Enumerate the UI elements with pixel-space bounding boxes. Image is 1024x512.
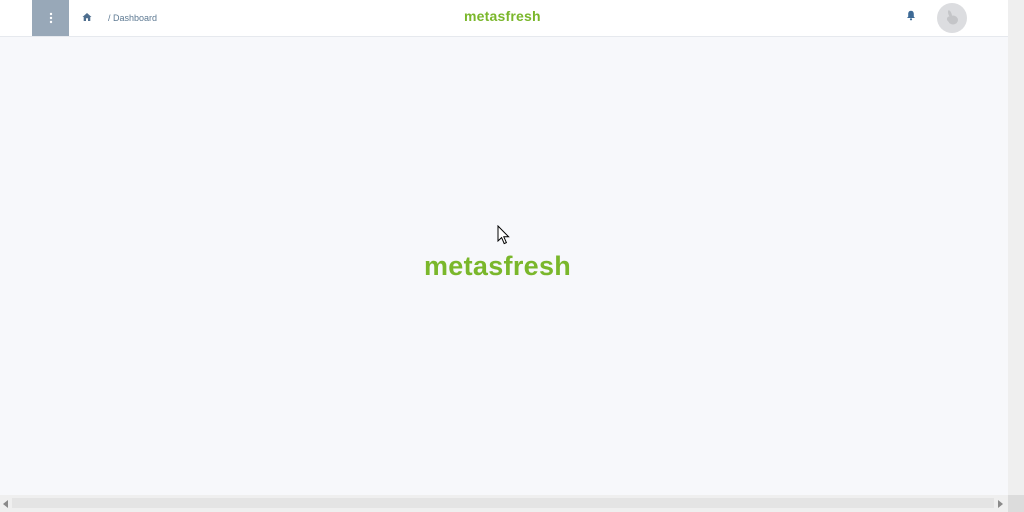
home-icon[interactable]	[82, 12, 92, 22]
scroll-right-arrow-icon[interactable]	[998, 500, 1003, 508]
top-header: / Dashboard metasfresh	[0, 0, 1008, 37]
horizontal-scroll-track[interactable]	[12, 498, 994, 508]
bell-icon[interactable]	[906, 10, 916, 21]
vertical-scrollbar[interactable]	[1008, 0, 1024, 495]
dashboard-content: metasfresh	[0, 37, 1008, 495]
menu-button[interactable]	[32, 0, 69, 36]
user-avatar[interactable]	[937, 3, 967, 33]
user-avatar-icon	[946, 10, 958, 25]
horizontal-scrollbar[interactable]	[0, 495, 1008, 512]
scroll-left-arrow-icon[interactable]	[3, 500, 8, 508]
header-logo[interactable]: metasfresh	[464, 8, 541, 24]
mouse-cursor-icon	[497, 225, 510, 245]
breadcrumb-dashboard[interactable]: / Dashboard	[108, 13, 157, 23]
scrollbar-corner	[1008, 495, 1024, 512]
center-logo: metasfresh	[424, 251, 572, 281]
vertical-dots-icon	[49, 12, 52, 24]
